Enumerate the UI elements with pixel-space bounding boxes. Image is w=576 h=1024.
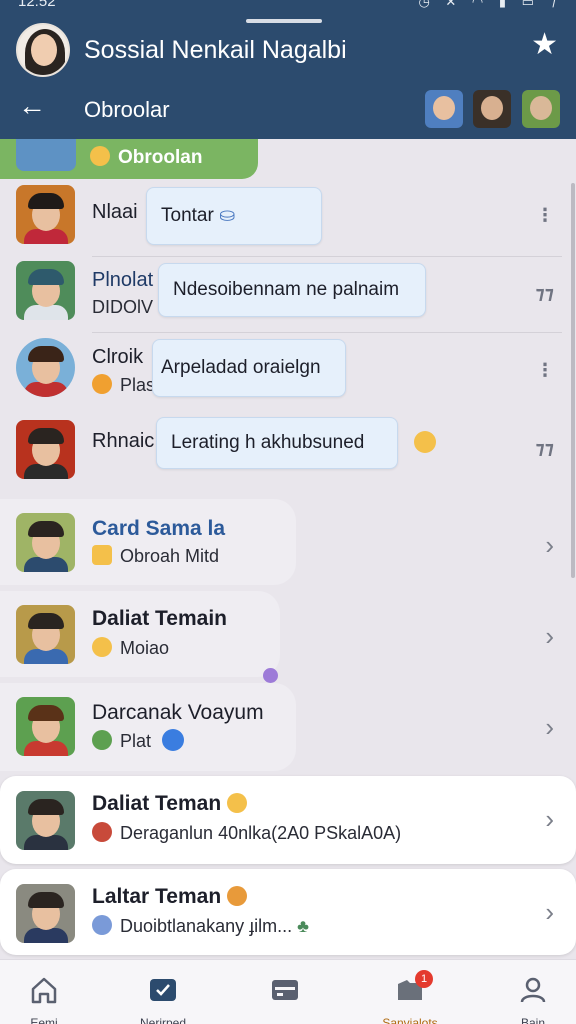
nav-item-folder[interactable]: 1 Sanvialots <box>355 960 465 1024</box>
avatar <box>16 420 75 479</box>
more-menu-icon[interactable]: ⋮ <box>536 205 554 226</box>
contact-subtitle: Moiao <box>92 637 169 659</box>
message-bubble[interactable]: Arpeladad oraielgn <box>152 339 346 397</box>
info-badge-icon <box>162 729 185 751</box>
smile-icon <box>92 374 112 394</box>
home-icon <box>31 977 57 1004</box>
avatar <box>16 513 75 572</box>
contact-subtitle: Obroah Mitd <box>92 545 219 567</box>
more-menu-icon[interactable]: ⋮ <box>536 360 554 381</box>
group-avatar-1[interactable] <box>425 90 463 128</box>
nav-item-chat[interactable]: Nerirped <box>108 960 218 1024</box>
chat-row[interactable]: Rhnaic Lerating h akhubsuned ⁊⁊ <box>0 414 576 488</box>
more-menu-icon[interactable]: ⁊⁊ <box>536 438 554 459</box>
nav-item-home[interactable]: Eemi <box>0 960 99 1024</box>
bottom-nav: Eemi Nerirped 1 Sanvialots Bain <box>0 959 576 1024</box>
contact-card[interactable]: Daliat Temain Moiao <box>0 591 280 677</box>
contact-name: Laltar Teman <box>92 885 247 909</box>
contact-subtitle: Duoibtlanakany ɟilm... ♣ <box>92 915 309 937</box>
chat-row[interactable]: Plnolat DIDOlV Ndesoibennam ne palnaim ⁊… <box>0 259 576 333</box>
message-bubble[interactable]: Lerating h akhubsuned <box>156 417 398 469</box>
avatar <box>16 185 75 244</box>
avatar <box>16 791 75 850</box>
star-icon[interactable]: ★ <box>531 30 558 60</box>
nav-label: Nerirped <box>139 1016 187 1024</box>
chevron-right-icon[interactable]: › <box>545 714 554 740</box>
cake-icon: ⛀ <box>219 205 236 226</box>
avatar <box>16 605 75 664</box>
contact-card[interactable]: Laltar Teman Duoibtlanakany ɟilm... ♣ › <box>0 869 576 955</box>
chat-name: Plnolat <box>92 269 154 291</box>
group-avatar-3[interactable] <box>522 90 560 128</box>
smile-icon <box>227 793 247 813</box>
profile-avatar[interactable] <box>16 23 70 77</box>
nav-label: Eemi <box>30 1016 58 1024</box>
divider <box>92 332 562 333</box>
avatar <box>16 338 75 397</box>
status-dot <box>263 668 278 683</box>
conversation-list[interactable]: Obroolan Nlaai Tontar ⛀ ⋮ Plnolat DIDOlV… <box>0 139 576 959</box>
scrollbar[interactable] <box>571 183 575 578</box>
contact-subtitle: Plat <box>92 729 185 752</box>
status-time: 12:52 <box>18 0 56 10</box>
contact-name: Daliat Temain <box>92 607 227 630</box>
section-tag[interactable]: Obroolan <box>0 139 258 179</box>
person-icon <box>520 977 546 1003</box>
group-avatar-2[interactable] <box>473 90 511 128</box>
app-title: Sossial Nenkail Nagalbi <box>84 36 347 64</box>
back-arrow-icon[interactable]: ← <box>18 92 46 120</box>
card-icon <box>272 980 298 1000</box>
tag-avatar <box>16 139 76 171</box>
message-bubble[interactable]: Ndesoibennam ne palnaim <box>158 263 426 317</box>
nav-label: Bain <box>520 1016 546 1024</box>
chat-name: Nlaai <box>92 201 138 223</box>
smile-icon <box>90 146 110 166</box>
chat-subtitle: DIDOlV <box>92 297 154 317</box>
chat-name: Rhnaic <box>92 430 155 452</box>
chat-row[interactable]: Nlaai Tontar ⛀ ⋮ <box>0 183 576 255</box>
grin-emoji-icon <box>414 431 436 453</box>
divider <box>92 256 562 257</box>
contact-name: Daliat Teman <box>92 792 247 816</box>
avatar <box>16 884 75 943</box>
status-bar: 12:52 ◷ ✕ ◠ ▮ ▭ ⁊ <box>0 0 576 12</box>
app-header: 12:52 ◷ ✕ ◠ ▮ ▭ ⁊ Sossial Nenkail Nagalb… <box>0 0 576 139</box>
status-icons: ◷ ✕ ◠ ▮ ▭ ⁊ <box>418 0 562 9</box>
chevron-right-icon[interactable]: › <box>545 623 554 649</box>
section-tag-label: Obroolan <box>90 146 202 169</box>
flower-icon <box>92 822 112 842</box>
contact-subtitle: Deraganlun 40nlka(2A0 PSkalA0A) <box>92 822 401 844</box>
message-bubble[interactable]: Tontar ⛀ <box>146 187 322 245</box>
page-title: Obroolar <box>84 97 170 122</box>
grab-handle[interactable] <box>246 19 322 23</box>
chat-name: Clroik <box>92 346 144 368</box>
nav-label: Sanvialots <box>382 1016 438 1024</box>
chevron-right-icon[interactable]: › <box>545 899 554 925</box>
grin-icon <box>92 637 112 657</box>
notification-badge: 1 <box>415 970 433 988</box>
contact-card[interactable]: Daliat Teman Deraganlun 40nlka(2A0 PSkal… <box>0 776 576 864</box>
chevron-right-icon[interactable]: › <box>545 806 554 832</box>
leaf-icon <box>92 730 112 750</box>
contact-card[interactable]: Darcanak Voayum Plat <box>0 683 296 771</box>
more-menu-icon[interactable]: ⁊⁊ <box>536 283 554 304</box>
smile-icon <box>227 886 247 906</box>
avatar <box>16 261 75 320</box>
nav-item-card[interactable] <box>230 960 340 1024</box>
chat-row[interactable]: Clroik Plaso Arpeladad oraielgn ⋮ <box>0 336 576 410</box>
chevron-right-icon[interactable]: › <box>545 532 554 558</box>
contact-card[interactable]: Card Sama la Obroah Mitd <box>0 499 296 585</box>
plant-icon: ♣ <box>297 916 309 936</box>
box-icon <box>92 545 112 565</box>
chat-check-icon <box>150 979 176 1001</box>
face-icon <box>92 915 112 935</box>
nav-item-profile[interactable]: Bain <box>478 960 576 1024</box>
avatar <box>16 697 75 756</box>
contact-name: Darcanak Voayum <box>92 701 264 724</box>
contact-name: Card Sama la <box>92 517 226 540</box>
